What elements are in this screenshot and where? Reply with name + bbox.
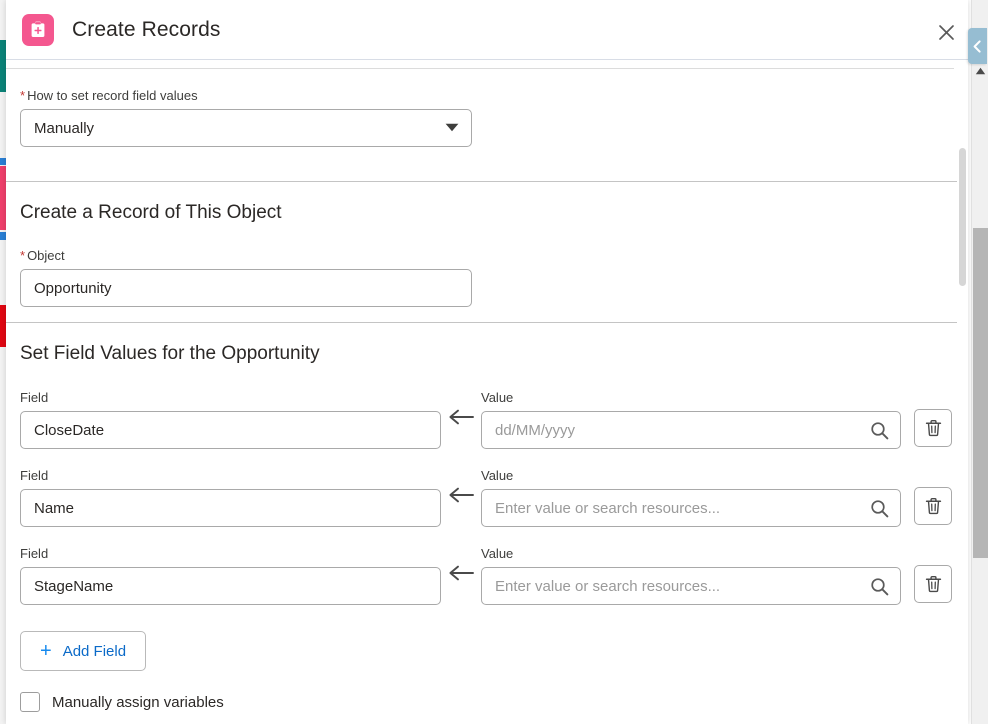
- value-input[interactable]: [481, 489, 901, 527]
- modal-body: *How to set record field values: [6, 60, 968, 724]
- search-icon[interactable]: [869, 576, 889, 596]
- field-value-row: Field Value: [20, 546, 968, 605]
- manually-assign-variables-row[interactable]: Manually assign variables: [20, 692, 968, 712]
- modal-title: Create Records: [72, 18, 220, 42]
- arrow-left-icon: [441, 468, 481, 503]
- create-records-modal: Create Records *How to set record field …: [6, 0, 968, 724]
- object-label-text: Object: [27, 248, 65, 263]
- value-searchbox[interactable]: [481, 489, 901, 527]
- value-label: Value: [481, 546, 901, 561]
- divider-1: [6, 181, 968, 182]
- field-label: Field: [20, 546, 441, 561]
- field-label: Field: [20, 468, 441, 483]
- search-icon[interactable]: [869, 420, 889, 440]
- section-record-object: Create a Record of This Object *Object: [6, 202, 968, 307]
- field-input[interactable]: [20, 411, 441, 449]
- arrow-left-icon: [441, 390, 481, 425]
- how-to-set-combobox[interactable]: [20, 109, 472, 147]
- delete-row-button[interactable]: [914, 487, 952, 525]
- required-asterisk: *: [20, 88, 25, 103]
- how-to-set-label-text: How to set record field values: [27, 88, 198, 103]
- section-how-to-set: *How to set record field values: [6, 88, 968, 147]
- delete-row-button[interactable]: [914, 565, 952, 603]
- required-asterisk: *: [20, 248, 25, 263]
- caret-up-icon[interactable]: [972, 64, 988, 78]
- object-input[interactable]: [20, 269, 472, 307]
- field-value-row: Field Value: [20, 390, 968, 449]
- browser-scrollbar-thumb[interactable]: [973, 228, 988, 558]
- add-field-label: Add Field: [63, 643, 126, 660]
- field-value-row: Field Value: [20, 468, 968, 527]
- object-label: *Object: [20, 248, 472, 263]
- value-label: Value: [481, 390, 901, 405]
- divider-2: [6, 322, 968, 323]
- plus-icon: +: [40, 641, 52, 661]
- field-input[interactable]: [20, 567, 441, 605]
- search-icon[interactable]: [869, 498, 889, 518]
- how-to-set-label: *How to set record field values: [20, 88, 472, 103]
- modal-scrollbar-thumb[interactable]: [959, 148, 966, 286]
- side-panel-toggle[interactable]: [968, 28, 987, 64]
- record-object-title: Create a Record of This Object: [20, 202, 472, 224]
- field-input[interactable]: [20, 489, 441, 527]
- field-label: Field: [20, 390, 441, 405]
- arrow-left-icon: [441, 546, 481, 581]
- how-to-set-input[interactable]: [20, 109, 472, 147]
- object-combobox[interactable]: [20, 269, 472, 307]
- modal-scrollbar[interactable]: [957, 60, 968, 724]
- field-values-title: Set Field Values for the Opportunity: [20, 343, 968, 365]
- chevron-left-icon: [973, 40, 982, 53]
- value-label: Value: [481, 468, 901, 483]
- section-field-values: Set Field Values for the Opportunity Fie…: [6, 343, 968, 712]
- manually-assign-variables-label: Manually assign variables: [52, 694, 224, 711]
- clipboard-plus-icon: [22, 14, 54, 46]
- value-input[interactable]: [481, 411, 901, 449]
- value-searchbox[interactable]: [481, 567, 901, 605]
- add-field-button[interactable]: + Add Field: [20, 631, 146, 671]
- browser-scrollbar[interactable]: [971, 0, 988, 724]
- modal-header: Create Records: [6, 0, 968, 60]
- manually-assign-variables-checkbox[interactable]: [20, 692, 40, 712]
- screen: Create Records *How to set record field …: [0, 0, 988, 724]
- close-button[interactable]: [932, 18, 960, 46]
- value-searchbox[interactable]: [481, 411, 901, 449]
- delete-row-button[interactable]: [914, 409, 952, 447]
- top-rule: [6, 68, 954, 69]
- value-input[interactable]: [481, 567, 901, 605]
